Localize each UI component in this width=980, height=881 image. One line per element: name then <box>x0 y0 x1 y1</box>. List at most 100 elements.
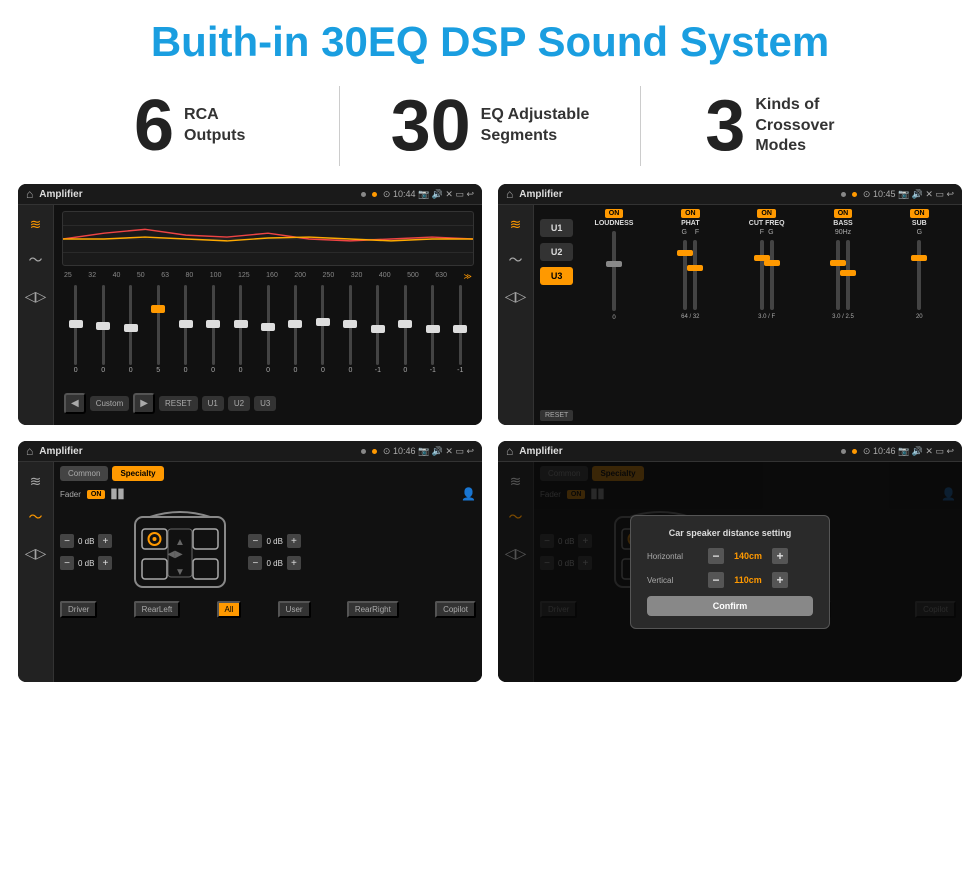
eq-thumb-15[interactable] <box>453 325 467 333</box>
dialog-horizontal-row: Horizontal − 140cm + <box>647 548 813 564</box>
eq-prev-button[interactable]: ◀ <box>64 393 86 414</box>
eq-next-button[interactable]: ▶ <box>133 393 155 414</box>
eq-reset-button[interactable]: RESET <box>159 396 198 411</box>
eq-val-10: 0 <box>321 367 325 374</box>
home-icon-3[interactable]: ⌂ <box>26 444 33 458</box>
loudness-label: LOUDNESS <box>595 220 634 227</box>
bass-val: 3.0 / 2.5 <box>832 314 854 320</box>
sidebar-eq-icon-2[interactable]: ≋ <box>505 213 527 235</box>
screen-eq: ⌂ Amplifier ⊙ 10:44 📷 🔊 ✕ ▭ ↩ ≋ 〜 ◁▷ <box>18 184 482 425</box>
db-bl-plus[interactable]: + <box>98 556 112 570</box>
stat-rca-label: RCAOutputs <box>184 105 245 147</box>
eq-val-8: 0 <box>266 367 270 374</box>
db-tr-plus[interactable]: + <box>287 534 301 548</box>
eq-thumb-9[interactable] <box>288 320 302 328</box>
bass-thumb-2[interactable] <box>840 270 856 276</box>
sidebar-volume-icon-2[interactable]: ◁▷ <box>505 285 527 307</box>
rearRight-button[interactable]: RearRight <box>347 601 399 618</box>
cutfreq-thumb-g[interactable] <box>764 260 780 266</box>
eq-thumb-4[interactable] <box>151 305 165 313</box>
speaker-layout-area: − 0 dB + − 0 dB + <box>60 507 476 597</box>
sidebar-wave-icon[interactable]: 〜 <box>25 249 47 271</box>
sidebar-volume-icon[interactable]: ◁▷ <box>25 285 47 307</box>
db-br-value: 0 dB <box>266 559 282 568</box>
horizontal-minus-button[interactable]: − <box>708 548 724 564</box>
distance-screen-content: ≋ 〜 ◁▷ Common Specialty Fader ON ▊▊ 👤 <box>498 462 962 682</box>
db-tr-minus[interactable]: − <box>248 534 262 548</box>
db-br-minus[interactable]: − <box>248 556 262 570</box>
eq-slider-14: -1 <box>419 285 446 385</box>
tab-common[interactable]: Common <box>60 466 108 481</box>
u2-button[interactable]: U2 <box>540 243 573 261</box>
dialog-overlay: Car speaker distance setting Horizontal … <box>498 462 962 682</box>
bottom-labels: Driver RearLeft All User RearRight Copil… <box>60 597 476 620</box>
db-bl-minus[interactable]: − <box>60 556 74 570</box>
eq-u3-button[interactable]: U3 <box>254 396 276 411</box>
eq-thumb-8[interactable] <box>261 323 275 331</box>
eq-thumb-13[interactable] <box>398 320 412 328</box>
eq-u2-button[interactable]: U2 <box>228 396 250 411</box>
home-icon-4[interactable]: ⌂ <box>506 444 513 458</box>
driver-button[interactable]: Driver <box>60 601 97 618</box>
tab-specialty[interactable]: Specialty <box>112 466 163 481</box>
cutfreq-g-label: G <box>768 229 773 236</box>
eq-thumb-11[interactable] <box>343 320 357 328</box>
sidebar-wave-icon-2[interactable]: 〜 <box>505 249 527 271</box>
crossover-reset-button[interactable]: RESET <box>540 410 573 421</box>
eq-thumb-12[interactable] <box>371 325 385 333</box>
eq-thumb-7[interactable] <box>234 320 248 328</box>
eq-val-1: 0 <box>74 367 78 374</box>
eq-thumb-6[interactable] <box>206 320 220 328</box>
stat-crossover-number: 3 <box>705 90 745 162</box>
distance-status-dot2 <box>852 449 857 454</box>
phat-slider-f <box>693 240 697 310</box>
eq-thumb-10[interactable] <box>316 318 330 326</box>
sidebar-volume-icon-3[interactable]: ◁▷ <box>25 542 47 564</box>
phat-thumb-g[interactable] <box>677 250 693 256</box>
cutfreq-f-label: F <box>760 229 764 236</box>
vertical-minus-button[interactable]: − <box>708 572 724 588</box>
sidebar-wave-icon-3[interactable]: 〜 <box>25 506 47 528</box>
db-br-plus[interactable]: + <box>287 556 301 570</box>
db-tl-minus[interactable]: − <box>60 534 74 548</box>
sidebar-eq-icon-3[interactable]: ≋ <box>25 470 47 492</box>
db-bl: − 0 dB + <box>60 556 112 570</box>
bass-thumb-1[interactable] <box>830 260 846 266</box>
loudness-thumb[interactable] <box>606 261 622 267</box>
eq-thumb-3[interactable] <box>124 324 138 332</box>
db-tl: − 0 dB + <box>60 534 112 548</box>
sub-label: SUB <box>912 220 927 227</box>
eq-u1-button[interactable]: U1 <box>202 396 224 411</box>
all-button[interactable]: All <box>217 601 242 618</box>
eq-slider-5: 0 <box>172 285 199 385</box>
db-br: − 0 dB + <box>248 556 300 570</box>
db-tl-plus[interactable]: + <box>98 534 112 548</box>
rearLeft-button[interactable]: RearLeft <box>134 601 181 618</box>
eq-slider-2: 0 <box>89 285 116 385</box>
crossover-status-dot1 <box>841 192 846 197</box>
eq-val-12: -1 <box>375 367 381 374</box>
phat-f-label: F <box>695 229 699 236</box>
home-icon-2[interactable]: ⌂ <box>506 187 513 201</box>
u1-button[interactable]: U1 <box>540 219 573 237</box>
sub-thumb[interactable] <box>911 255 927 261</box>
confirm-button[interactable]: Confirm <box>647 596 813 616</box>
eq-thumb-14[interactable] <box>426 325 440 333</box>
eq-thumb-1[interactable] <box>69 320 83 328</box>
page-title: Buith-in 30EQ DSP Sound System <box>20 18 960 66</box>
copilot-button[interactable]: Copilot <box>435 601 476 618</box>
sidebar-equalizer-icon[interactable]: ≋ <box>25 213 47 235</box>
svg-text:◀▶: ◀▶ <box>168 549 184 560</box>
u3-button[interactable]: U3 <box>540 267 573 285</box>
eq-thumb-5[interactable] <box>179 320 193 328</box>
specialty-status-dot1 <box>361 449 366 454</box>
phat-thumb-f[interactable] <box>687 265 703 271</box>
horizontal-plus-button[interactable]: + <box>772 548 788 564</box>
eq-thumb-2[interactable] <box>96 322 110 330</box>
vertical-plus-button[interactable]: + <box>772 572 788 588</box>
crossover-status-dot2 <box>852 192 857 197</box>
home-icon[interactable]: ⌂ <box>26 187 33 201</box>
user-button[interactable]: User <box>278 601 311 618</box>
eq-custom-button[interactable]: Custom <box>90 396 130 411</box>
vertical-value: 110cm <box>728 575 768 585</box>
